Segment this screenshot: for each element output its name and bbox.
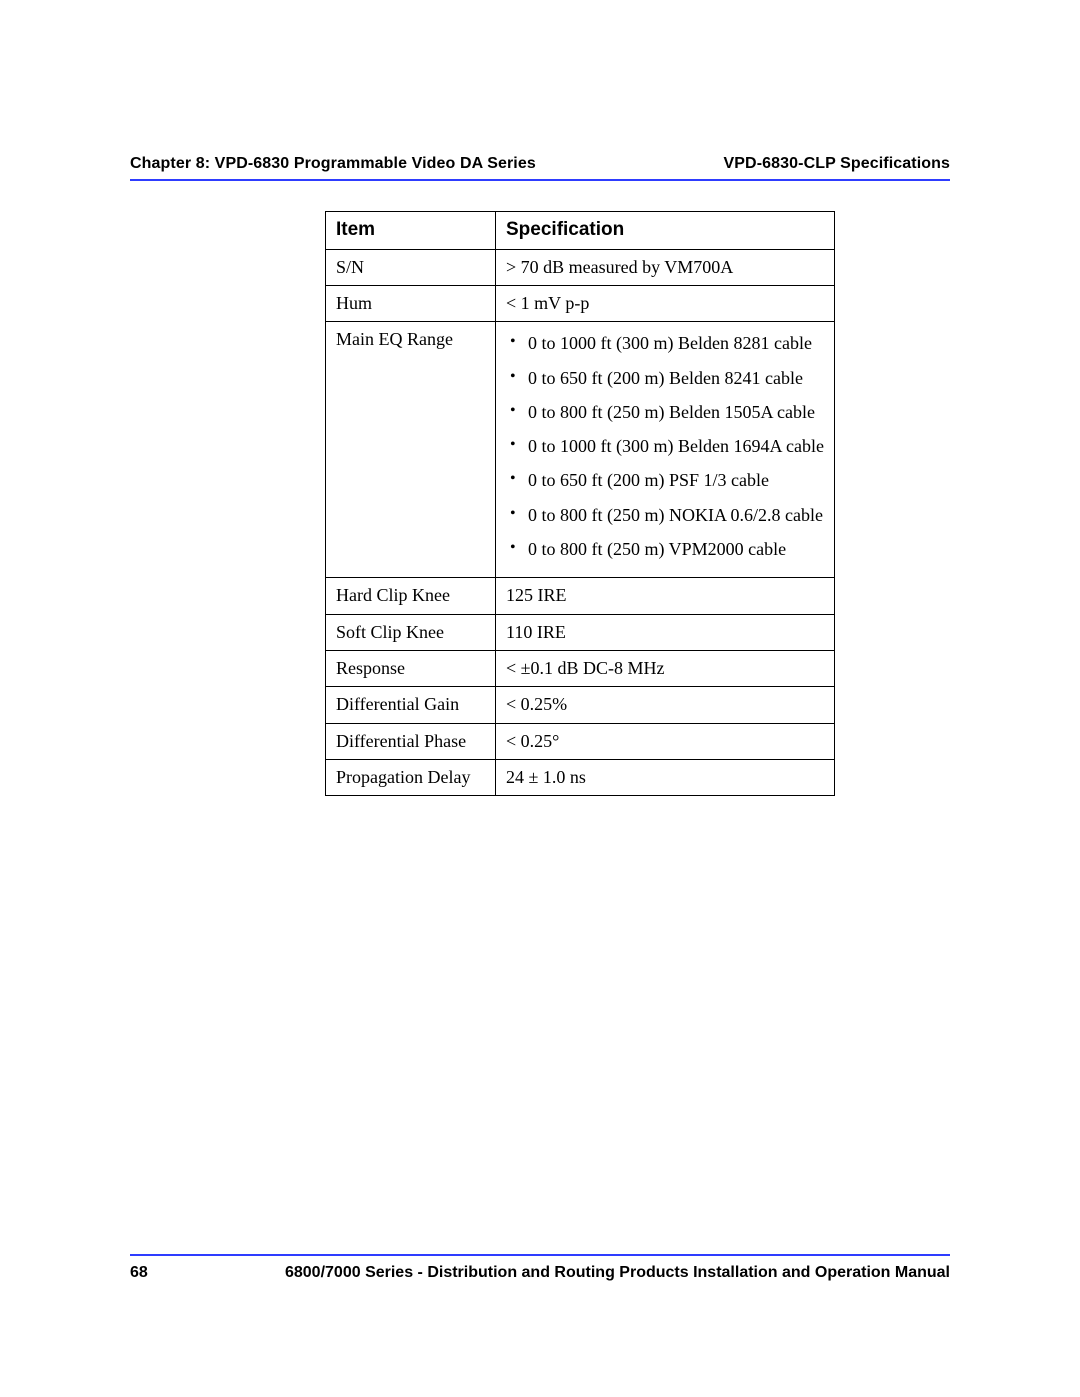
col-header-item: Item [326,212,496,250]
table-row: Differential Phase < 0.25° [326,723,835,759]
cell-item: Differential Phase [326,723,496,759]
section-heading: VPD-6830-CLP Specifications [724,155,950,173]
cell-item: Hum [326,285,496,321]
cell-spec: > 70 dB measured by VM700A [496,249,835,285]
cell-item: Differential Gain [326,687,496,723]
cell-spec: 110 IRE [496,614,835,650]
list-item: 0 to 650 ft (200 m) PSF 1/3 cable [506,468,824,492]
cell-spec: 0 to 1000 ft (300 m) Belden 8281 cable 0… [496,322,835,578]
cell-item: S/N [326,249,496,285]
cell-item: Hard Clip Knee [326,578,496,614]
page-number: 68 [130,1264,148,1282]
cell-spec: < ±0.1 dB DC-8 MHz [496,650,835,686]
cell-spec: < 0.25% [496,687,835,723]
cell-item: Propagation Delay [326,759,496,795]
table-row: Main EQ Range 0 to 1000 ft (300 m) Belde… [326,322,835,578]
cell-spec: 125 IRE [496,578,835,614]
table-row: Hard Clip Knee 125 IRE [326,578,835,614]
cell-spec: 24 ± 1.0 ns [496,759,835,795]
table-row: Soft Clip Knee 110 IRE [326,614,835,650]
cell-item: Main EQ Range [326,322,496,578]
cell-item: Soft Clip Knee [326,614,496,650]
cell-item: Response [326,650,496,686]
list-item: 0 to 1000 ft (300 m) Belden 1694A cable [506,434,824,458]
list-item: 0 to 800 ft (250 m) VPM2000 cable [506,537,824,561]
list-item: 0 to 1000 ft (300 m) Belden 8281 cable [506,331,824,355]
manual-title: 6800/7000 Series - Distribution and Rout… [285,1264,950,1282]
header-rule [130,179,950,181]
chapter-heading: Chapter 8: VPD-6830 Programmable Video D… [130,155,536,173]
table-row: S/N > 70 dB measured by VM700A [326,249,835,285]
cell-spec: < 0.25° [496,723,835,759]
list-item: 0 to 800 ft (250 m) NOKIA 0.6/2.8 cable [506,503,824,527]
table-row: Hum < 1 mV p-p [326,285,835,321]
eq-range-list: 0 to 1000 ft (300 m) Belden 8281 cable 0… [506,331,824,561]
footer-rule [130,1254,950,1256]
table-row: Response < ±0.1 dB DC-8 MHz [326,650,835,686]
col-header-spec: Specification [496,212,835,250]
list-item: 0 to 650 ft (200 m) Belden 8241 cable [506,366,824,390]
list-item: 0 to 800 ft (250 m) Belden 1505A cable [506,400,824,424]
table-row: Differential Gain < 0.25% [326,687,835,723]
specifications-table: Item Specification S/N > 70 dB measured … [325,211,835,796]
cell-spec: < 1 mV p-p [496,285,835,321]
table-row: Propagation Delay 24 ± 1.0 ns [326,759,835,795]
